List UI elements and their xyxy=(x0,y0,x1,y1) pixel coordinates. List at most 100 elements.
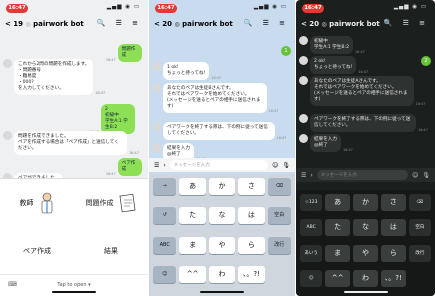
chevron-right-icon[interactable]: › xyxy=(310,172,312,179)
emoji-icon[interactable]: ☺ xyxy=(272,162,278,169)
key[interactable]: さ xyxy=(380,194,406,211)
key[interactable]: は xyxy=(380,219,406,237)
status-icons: ▂▄▆ ◉ ▭ xyxy=(393,4,427,10)
key[interactable]: た xyxy=(325,219,351,237)
received-message-bubble[interactable]: これから2問の問題を作成します。 ・問題番号 ・難易度 ・000? を入力してく… xyxy=(14,59,94,95)
received-message-bubble[interactable]: ペアワークを終了する際は、下の例に従って送信してください。 xyxy=(163,122,275,140)
key[interactable]: ⌫ xyxy=(408,194,431,211)
message-input[interactable]: メッセージを入力 xyxy=(316,170,409,180)
keyboard-icon[interactable]: ⌨ xyxy=(8,275,17,295)
header-icons[interactable]: 🔍 ☰ ≡ xyxy=(97,19,142,27)
message-time: 16:47 xyxy=(342,148,353,152)
key[interactable]: や xyxy=(353,244,378,262)
message-row: 16:47 問題作成 xyxy=(104,44,144,62)
key[interactable]: は xyxy=(238,207,265,225)
menu-icon[interactable]: ☰ xyxy=(301,172,306,179)
received-message-bubble[interactable]: 2 ok! ちょっと待ってね! xyxy=(310,56,357,74)
key[interactable]: さ xyxy=(238,178,265,195)
back-button[interactable]: < 20 ◎ pairwork bot xyxy=(154,20,233,28)
message-input[interactable]: メッセージを入力 xyxy=(169,160,269,170)
received-message-bubble[interactable]: 問題を作成できました。 ペアを作成する場合は「ペア作成」と送信してください。 xyxy=(14,131,128,155)
key[interactable]: ⌫ xyxy=(267,178,291,195)
menu-icon[interactable]: ☰ xyxy=(154,162,159,169)
message-time: 16:47 xyxy=(418,128,428,132)
received-message-bubble[interactable]: あなたのペアは生徒Aさんです。 それではペアワークを始めてください。 (メッセー… xyxy=(310,76,414,106)
bot-avatar[interactable] xyxy=(299,36,308,45)
back-button[interactable]: < 20 ◎ pairwork bot xyxy=(301,20,380,28)
sent-message-bubble[interactable]: ペア作成 xyxy=(117,158,142,176)
menu-create-question[interactable]: 問題作成 xyxy=(74,179,148,227)
key[interactable]: 空白 xyxy=(408,219,431,237)
chevron-right-icon[interactable]: › xyxy=(163,162,165,169)
home-indicator xyxy=(200,291,244,293)
key[interactable]: や xyxy=(208,236,236,254)
key[interactable]: 改行 xyxy=(267,236,291,254)
key[interactable]: な xyxy=(353,219,378,237)
rich-menu: 教師 問題作成 ペア作成 結果 xyxy=(0,178,148,274)
menu-result[interactable]: 結果 xyxy=(74,227,148,275)
bot-avatar[interactable] xyxy=(152,83,161,92)
bot-avatar[interactable] xyxy=(152,143,161,152)
key[interactable]: ら xyxy=(380,244,406,262)
chat-header: < 20 ◎ pairwork bot 🔍 ☰ ≡ xyxy=(149,16,295,36)
sent-message-bubble[interactable]: 問題作成 xyxy=(117,44,142,62)
bot-avatar[interactable] xyxy=(152,62,161,71)
message-input-bar: ☰ › メッセージを入力 ☺ 🎙 xyxy=(149,158,295,172)
key[interactable]: ☺ xyxy=(153,265,177,283)
chat-screen-3: 16:47 ▂▄▆ ◉ ▭ < 20 ◎ pairwork bot 🔍 ☰ ≡ … xyxy=(296,0,435,296)
key[interactable]: わ xyxy=(353,269,378,287)
key[interactable]: か xyxy=(353,194,378,211)
header-icons[interactable]: 🔍 ☰ ≡ xyxy=(384,19,429,27)
bot-avatar[interactable] xyxy=(299,114,308,123)
back-button[interactable]: < 19 ◎ pairwork bot xyxy=(5,20,84,28)
key[interactable]: な xyxy=(208,207,236,225)
key[interactable]: あ xyxy=(325,194,351,211)
key[interactable]: ^^ xyxy=(325,269,351,287)
key[interactable]: ま xyxy=(179,236,206,254)
menu-teacher[interactable]: 教師 xyxy=(0,179,74,227)
key[interactable]: ↺ xyxy=(153,207,177,225)
received-message-bubble[interactable]: 初級中 学生A:1 学生B:2 xyxy=(310,36,353,54)
header-icons[interactable]: 🔍 ☰ ≡ xyxy=(244,19,289,27)
key[interactable]: ABC xyxy=(153,236,177,254)
bot-avatar[interactable] xyxy=(299,56,308,65)
key[interactable]: か xyxy=(208,178,236,195)
mic-icon[interactable]: 🎙 xyxy=(422,172,430,179)
emoji-icon[interactable]: ☺ xyxy=(412,172,418,179)
key[interactable]: ☆123 xyxy=(300,194,323,211)
key[interactable]: あいう xyxy=(300,244,323,262)
sent-message-bubble[interactable]: 2 初級中 学生A:1 学生B:2 xyxy=(101,104,136,134)
key[interactable]: ま xyxy=(325,244,351,262)
key[interactable]: た xyxy=(179,207,206,225)
key[interactable]: 、。?! xyxy=(380,269,406,287)
status-icons: ▂▄▆ ◉ ▭ xyxy=(253,4,287,10)
bot-avatar[interactable] xyxy=(299,134,308,143)
received-message-bubble[interactable]: 1 ok! ちょっと待ってね! xyxy=(163,62,210,80)
received-message-bubble[interactable]: あなたのペアは生徒Bさんです。 それではペアワークを始めてください。 (メッセー… xyxy=(163,83,267,113)
bot-avatar[interactable] xyxy=(3,131,12,140)
key[interactable]: あ xyxy=(179,178,206,195)
home-indicator xyxy=(52,291,96,293)
message-row: 16:472 初級中 学生A:1 学生B:2 xyxy=(87,104,144,134)
status-bar: 16:47 ▂▄▆ ◉ ▭ xyxy=(0,0,148,16)
key[interactable]: → xyxy=(153,178,177,195)
received-message-bubble[interactable]: ペアワークを終了する際は、下の例に従って送信してください。 xyxy=(310,114,417,132)
key[interactable]: 空白 xyxy=(267,207,291,225)
bot-avatar[interactable] xyxy=(299,76,308,85)
key[interactable]: ^^ xyxy=(179,265,206,283)
key[interactable]: ☺ xyxy=(300,269,323,287)
key[interactable]: わ xyxy=(208,265,236,283)
menu-create-pair[interactable]: ペア作成 xyxy=(0,227,74,275)
bot-avatar[interactable] xyxy=(3,59,12,68)
key[interactable]: 、。?! xyxy=(238,265,265,283)
received-message-bubble[interactable]: 結果を入力 @終了 xyxy=(310,134,341,152)
key[interactable]: ABC xyxy=(300,219,323,237)
message-time: 16:47 xyxy=(358,70,369,74)
bot-avatar[interactable] xyxy=(152,122,161,131)
mic-icon[interactable]: 🎙 xyxy=(282,162,290,169)
key[interactable]: ら xyxy=(238,236,265,254)
message-time: 16:47 xyxy=(211,76,222,80)
menu-create-question-label: 問題作成 xyxy=(85,199,114,207)
message-row: 2 ok! ちょっと待ってね! 16:47 xyxy=(299,56,370,74)
key[interactable]: 改行 xyxy=(408,244,431,262)
